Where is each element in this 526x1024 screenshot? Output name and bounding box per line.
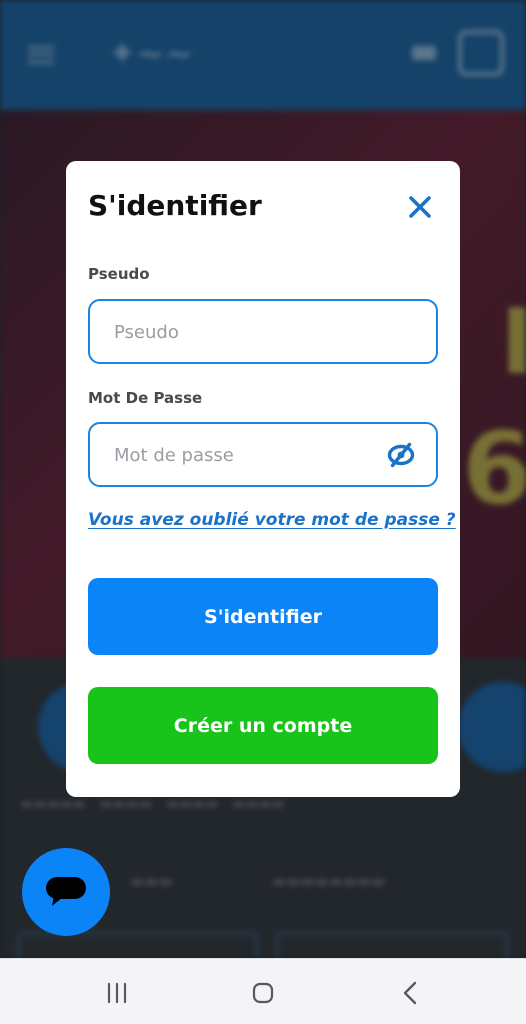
- create-account-button[interactable]: Créer un compte: [88, 687, 438, 764]
- chat-button[interactable]: [22, 848, 110, 936]
- recent-apps-button[interactable]: [95, 973, 139, 1013]
- close-icon: [409, 196, 431, 218]
- username-label: Pseudo: [88, 265, 150, 283]
- password-field[interactable]: [88, 422, 438, 487]
- system-navigation-bar: [0, 958, 526, 1024]
- password-visibility-toggle[interactable]: [386, 441, 416, 469]
- close-button[interactable]: [404, 191, 436, 223]
- login-modal: S'identifier Pseudo Mot De Passe Vous av…: [66, 161, 460, 797]
- home-button[interactable]: [241, 973, 285, 1013]
- password-label: Mot De Passe: [88, 389, 203, 407]
- modal-title: S'identifier: [88, 189, 262, 222]
- forgot-password-link[interactable]: Vous avez oublié votre mot de passe ?: [88, 510, 456, 530]
- chat-bubble-icon: [46, 877, 86, 906]
- username-field[interactable]: [88, 299, 438, 364]
- username-input[interactable]: [112, 301, 376, 363]
- back-button[interactable]: [388, 973, 432, 1013]
- password-input[interactable]: [112, 424, 376, 486]
- eye-slash-icon: [387, 442, 415, 468]
- back-icon: [403, 981, 417, 1005]
- login-button[interactable]: S'identifier: [88, 578, 438, 655]
- home-icon: [252, 982, 274, 1004]
- recent-apps-icon: [107, 982, 127, 1004]
